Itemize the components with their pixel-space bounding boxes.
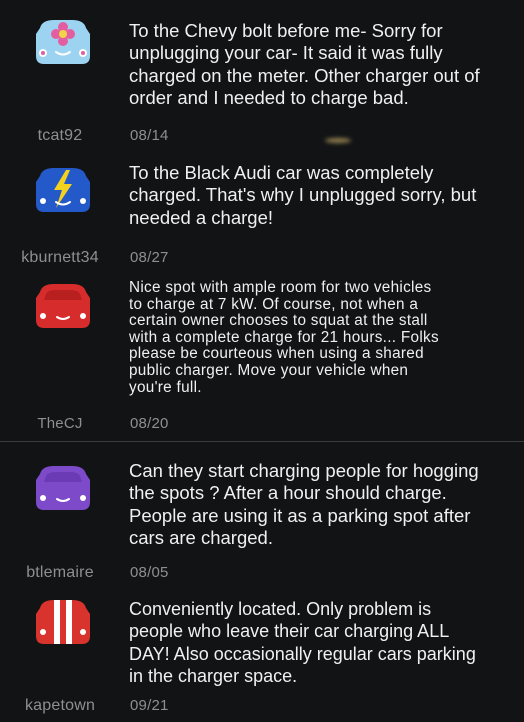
flower-car-icon[interactable] — [30, 18, 96, 66]
review-item: To the Chevy bolt before me- Sorry for u… — [0, 0, 524, 152]
review-feed: To the Chevy bolt before me- Sorry for u… — [0, 0, 524, 722]
review-text: Can they start charging people for hoggi… — [129, 460, 479, 549]
glare-spot — [325, 138, 351, 143]
review-item: To the Black Audi car was completely cha… — [0, 152, 524, 272]
review-date: 08/20 — [130, 415, 169, 432]
racing-stripe-car-icon[interactable] — [30, 598, 96, 646]
car-icon[interactable] — [30, 282, 96, 330]
review-text: To the Chevy bolt before me- Sorry for u… — [129, 20, 480, 109]
review-date: 09/21 — [130, 697, 169, 714]
username[interactable]: TheCJ — [0, 415, 120, 432]
username[interactable]: tcat92 — [0, 127, 120, 145]
review-text: To the Black Audi car was completely cha… — [129, 162, 477, 228]
review-date: 08/05 — [130, 564, 169, 581]
review-item: Conveniently located. Only problem is pe… — [0, 584, 524, 722]
username[interactable]: btlemaire — [0, 564, 120, 582]
review-item: Can they start charging people for hoggi… — [0, 442, 524, 584]
username[interactable]: kapetown — [0, 697, 120, 715]
review-date: 08/27 — [130, 249, 169, 266]
car-icon[interactable] — [30, 464, 96, 512]
review-text: Conveniently located. Only problem is pe… — [129, 599, 476, 687]
review-date: 08/14 — [130, 127, 169, 144]
lightning-car-icon[interactable] — [30, 166, 96, 214]
username[interactable]: kburnett34 — [0, 249, 120, 267]
review-text: Nice spot with ample room for two vehicl… — [129, 279, 439, 396]
review-item: Nice spot with ample room for two vehicl… — [0, 272, 524, 442]
